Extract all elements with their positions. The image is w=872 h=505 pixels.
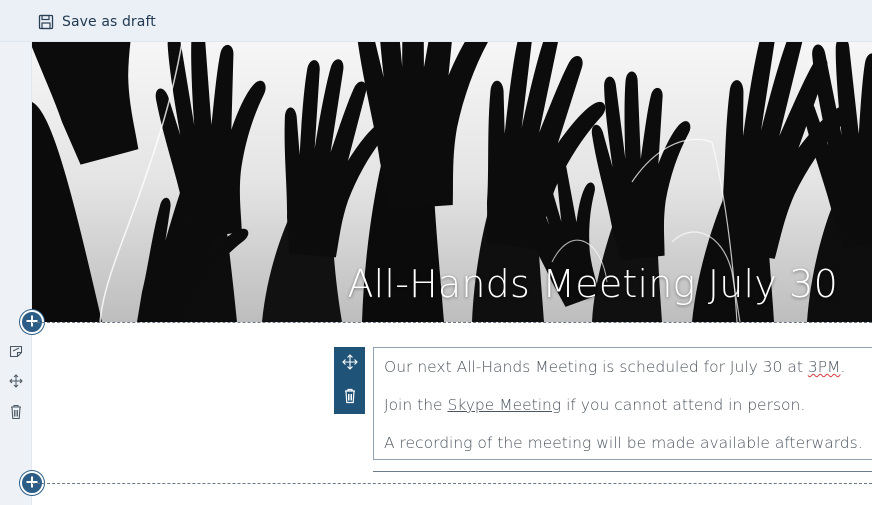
paragraph-text: Join the [384, 396, 448, 414]
paragraph-text: . [840, 358, 846, 376]
hero-banner[interactable]: All-Hands Meeting July 30 [32, 42, 872, 322]
webpart-divider [373, 471, 872, 472]
paragraph-text: Our next All-Hands Meeting is scheduled … [384, 358, 808, 376]
section-gutter [0, 42, 32, 505]
webpart-toolbar [334, 347, 365, 414]
trash-icon [9, 404, 23, 424]
page-title[interactable]: All-Hands Meeting July 30 [347, 262, 838, 306]
delete-section-button[interactable] [8, 404, 24, 424]
section-divider [32, 322, 872, 323]
save-as-draft-button[interactable]: Save as draft [38, 10, 156, 34]
edit-section-button[interactable] [8, 343, 24, 361]
move-icon [9, 373, 23, 392]
move-section-button[interactable] [8, 373, 24, 391]
floppy-disk-icon [38, 14, 54, 30]
paragraph-text: if you cannot attend in person. [561, 396, 806, 414]
text-webpart[interactable]: Our next All-Hands Meeting is scheduled … [373, 347, 872, 460]
spellcheck-flagged-word[interactable]: 3PM [808, 358, 841, 376]
section-divider [32, 483, 872, 484]
text-paragraph[interactable]: Our next All-Hands Meeting is scheduled … [384, 358, 845, 376]
edit-icon [9, 343, 23, 362]
move-webpart-button[interactable] [334, 348, 365, 379]
text-paragraph[interactable]: Join the Skype Meeting if you cannot att… [384, 396, 805, 414]
save-as-draft-label: Save as draft [62, 14, 156, 30]
trash-icon [343, 388, 357, 408]
text-paragraph[interactable]: A recording of the meeting will be made … [384, 434, 863, 452]
delete-webpart-button[interactable] [334, 382, 365, 413]
move-icon [341, 353, 358, 374]
skype-meeting-link[interactable]: Skype Meeting [447, 396, 561, 414]
command-bar: Save as draft [0, 0, 872, 42]
